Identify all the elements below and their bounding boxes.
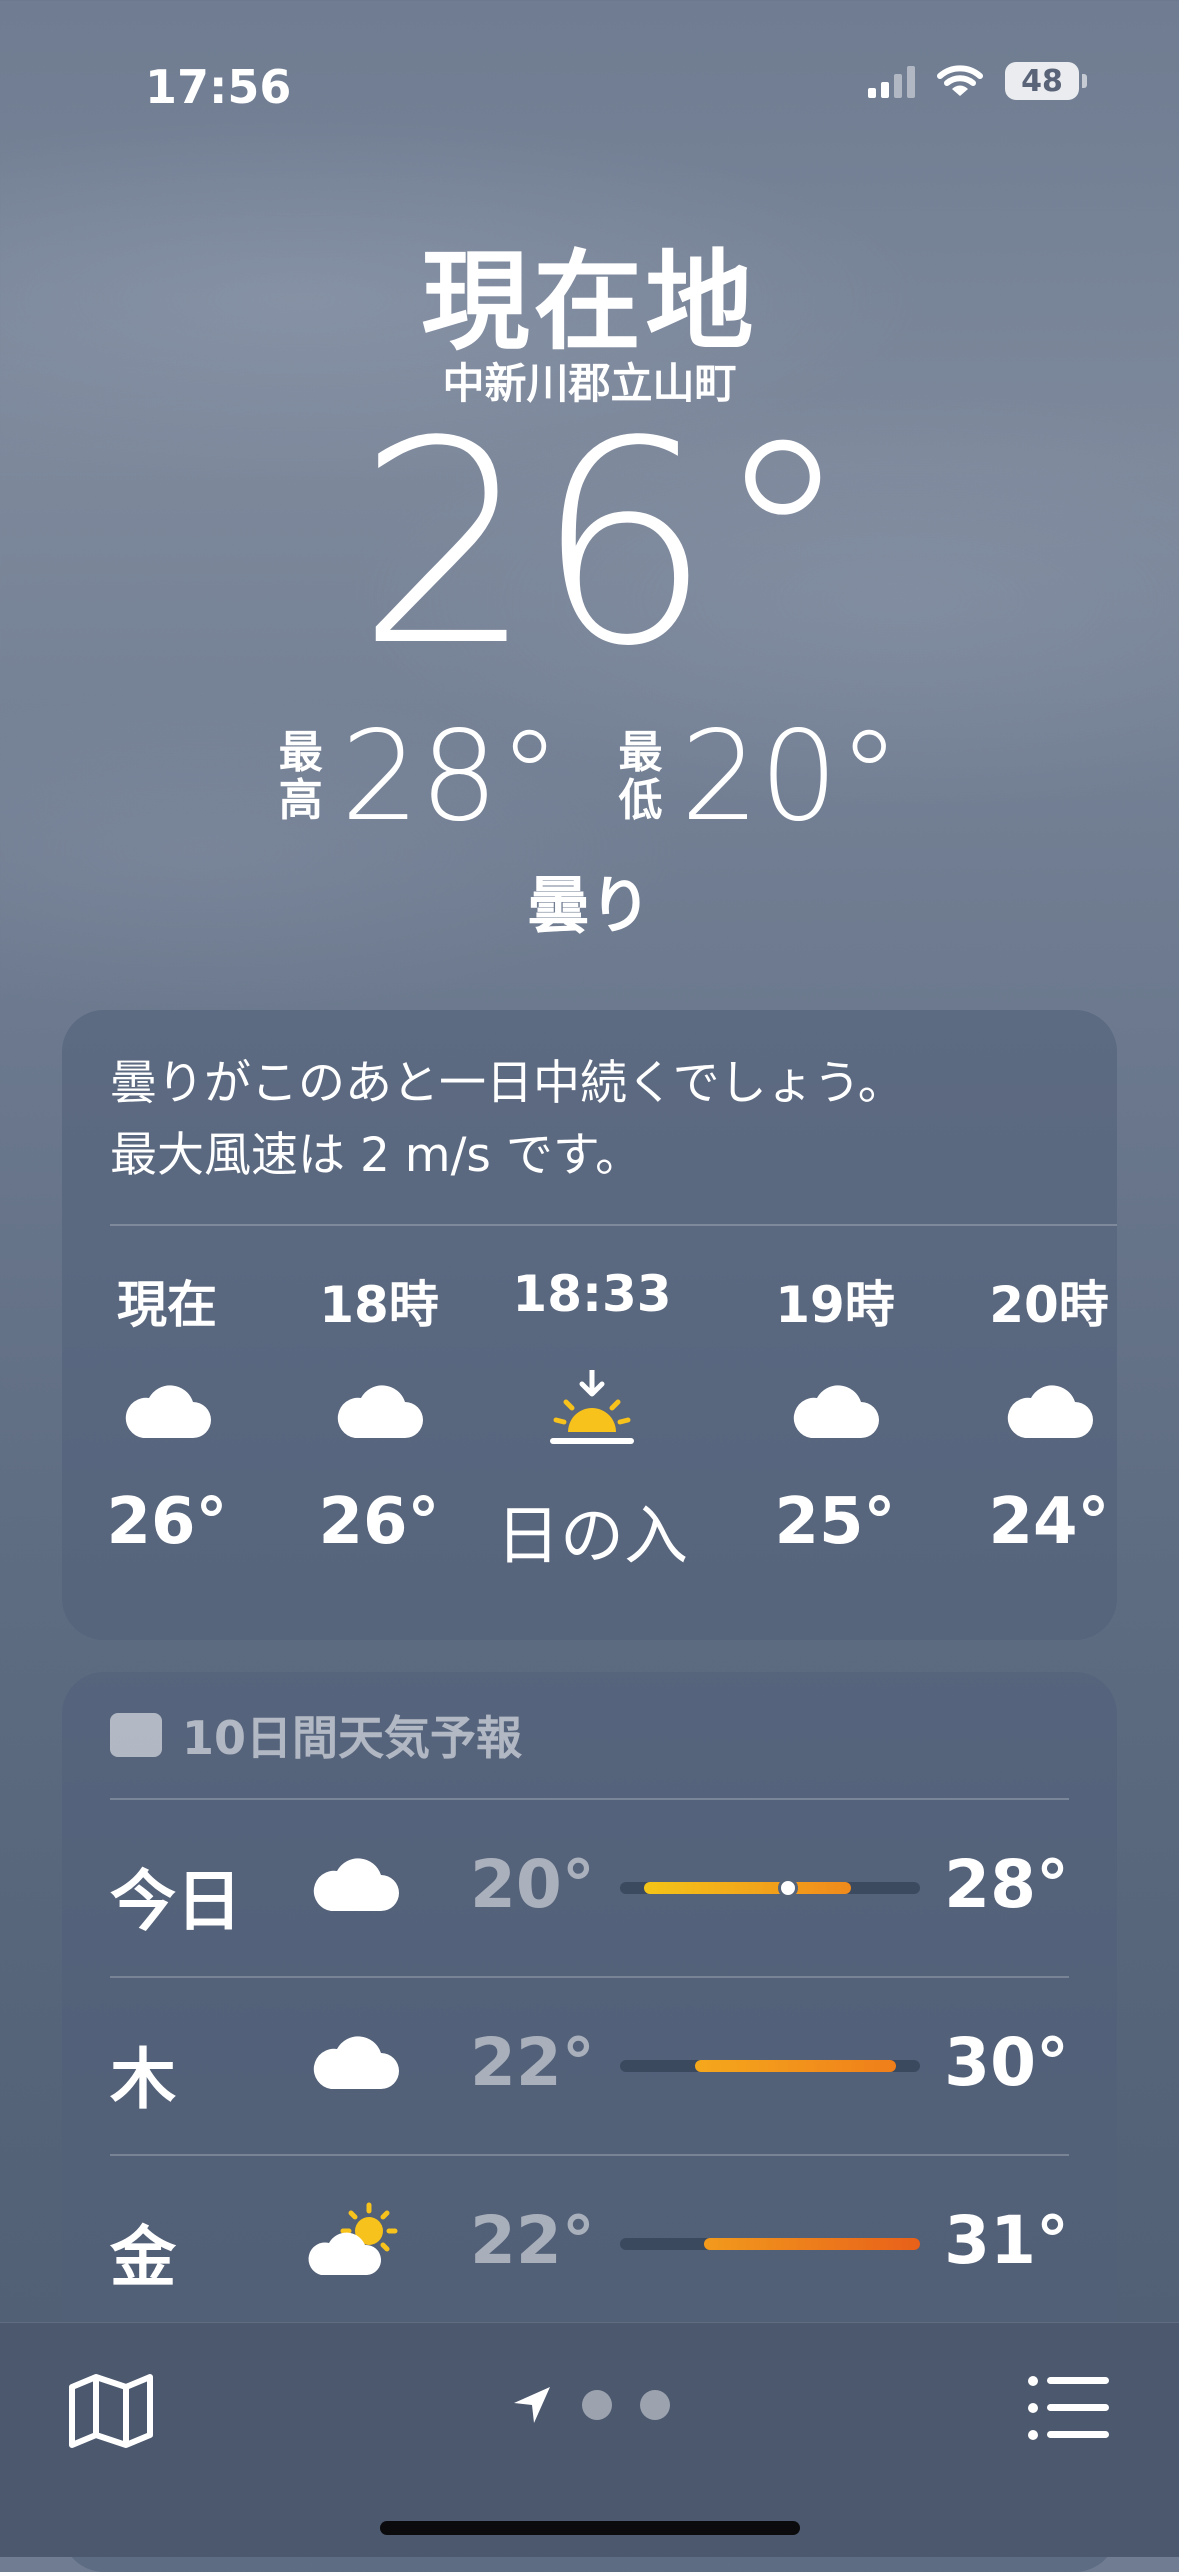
divider — [110, 1224, 1117, 1226]
forecast-header: 10日間天気予報 — [110, 1702, 522, 1768]
hour-item: 18:33 日の入 — [482, 1265, 702, 1577]
battery-level: 48 — [1021, 63, 1063, 99]
low-temperature: 20° — [680, 705, 901, 849]
list-icon[interactable] — [1027, 2375, 1111, 2441]
forecast-high: 31° — [944, 2202, 1069, 2279]
current-condition: 曇り — [527, 869, 652, 942]
bottom-toolbar — [0, 2322, 1179, 2557]
location-title: 現在地 — [421, 240, 758, 365]
hour-temp: 26° — [318, 1485, 440, 1559]
forecast-row[interactable]: 金 22° 31° — [110, 2154, 1069, 2332]
low-label: 最低 — [618, 726, 663, 826]
hour-time: 18:33 — [512, 1265, 672, 1323]
cloud-icon — [1007, 1385, 1093, 1438]
forecast-high: 28° — [944, 1846, 1069, 1923]
hourly-forecast-card[interactable]: 曇りがこのあと一日中続くでしょう。 最大風速は 2 m/s です。 現在 26°… — [62, 1010, 1117, 1640]
forecast-low: 20° — [470, 1846, 595, 1923]
hourly-scroller[interactable]: 現在 26° 18時 26° 18:33 日の入 19時 25° 20時 24° — [62, 1265, 1117, 1625]
cloud-icon — [793, 1385, 879, 1438]
partly-sunny-icon — [308, 2202, 398, 2275]
hour-time: 18時 — [319, 1276, 439, 1334]
status-time: 17:56 — [145, 60, 292, 114]
hour-item: 20時 24° — [944, 1265, 1117, 1559]
page-dot[interactable] — [581, 2390, 612, 2420]
status-icons: 48 — [868, 62, 1087, 100]
forecast-title: 10日間天気予報 — [182, 1711, 523, 1765]
summary-line: 曇りがこのあと一日中続くでしょう。 — [110, 1056, 905, 1111]
temp-range-fill — [644, 1882, 851, 1894]
hour-item: 現在 26° — [62, 1265, 272, 1559]
hour-item: 18時 26° — [274, 1265, 484, 1559]
current-temperature: 26° — [356, 382, 853, 708]
hour-temp: 26° — [106, 1485, 228, 1559]
hour-time: 現在 — [117, 1276, 217, 1334]
forecast-low: 22° — [470, 2202, 595, 2279]
sunset-label: 日の入 — [496, 1500, 688, 1574]
sunset-icon — [550, 1370, 634, 1444]
high-label: 最高 — [278, 726, 323, 826]
temp-range-bar — [620, 2238, 920, 2250]
cloud-icon — [125, 1385, 211, 1438]
cloud-icon — [313, 1858, 399, 1911]
forecast-low: 22° — [470, 2024, 595, 2101]
temp-range-bar — [620, 1878, 920, 1898]
forecast-day: 木 — [110, 2041, 176, 2118]
high-temperature: 28° — [340, 705, 561, 849]
cloud-icon — [337, 1385, 423, 1438]
page-dot[interactable] — [639, 2390, 670, 2420]
cellular-signal-icon — [868, 64, 915, 98]
forecast-summary: 曇りがこのあと一日中続くでしょう。 最大風速は 2 m/s です。 — [110, 1048, 905, 1192]
calendar-icon — [110, 1713, 162, 1757]
temp-range-bar — [620, 2060, 920, 2072]
battery-indicator: 48 — [1005, 62, 1087, 100]
cloud-icon — [313, 2036, 399, 2089]
forecast-day: 今日 — [110, 1863, 242, 1940]
summary-line: 最大風速は 2 m/s です。 — [110, 1128, 643, 1183]
hour-time: 20時 — [989, 1276, 1109, 1334]
forecast-high: 30° — [944, 2024, 1069, 2101]
page-indicator[interactable] — [0, 2383, 1179, 2427]
location-arrow-icon[interactable] — [510, 2383, 554, 2427]
hour-temp: 25° — [774, 1485, 896, 1559]
temp-range-fill — [704, 2238, 920, 2250]
forecast-row[interactable]: 今日 20° 28° — [110, 1798, 1069, 1976]
temp-range-fill — [695, 2060, 896, 2072]
forecast-day: 金 — [110, 2219, 176, 2296]
hour-item: 19時 25° — [730, 1265, 940, 1559]
hour-temp: 24° — [988, 1485, 1110, 1559]
wifi-icon — [937, 65, 983, 96]
forecast-row[interactable]: 木 22° 30° — [110, 1976, 1069, 2154]
hour-time: 19時 — [775, 1276, 895, 1334]
current-temp-dot — [778, 1878, 798, 1898]
home-indicator — [380, 2521, 800, 2535]
high-low: 最高 28° 最低 20° — [0, 715, 1179, 839]
